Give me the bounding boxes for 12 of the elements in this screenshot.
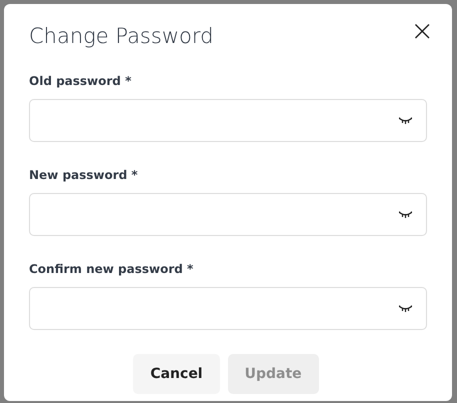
dialog-button[interactable]: Cancel [133, 354, 220, 394]
password-field[interactable] [29, 287, 427, 330]
closed-eye-icon[interactable] [399, 305, 412, 312]
field-label: Old password * [29, 73, 132, 90]
dialog-title: Change Password [29, 23, 214, 50]
closed-eye-icon[interactable] [399, 211, 412, 218]
closed-eye-icon[interactable] [399, 117, 412, 124]
field-label: New password * [29, 167, 139, 184]
field-label: Confirm new password * [29, 261, 194, 278]
close-button[interactable]: × [406, 18, 438, 44]
password-field[interactable] [29, 193, 427, 236]
password-field[interactable] [29, 99, 427, 142]
